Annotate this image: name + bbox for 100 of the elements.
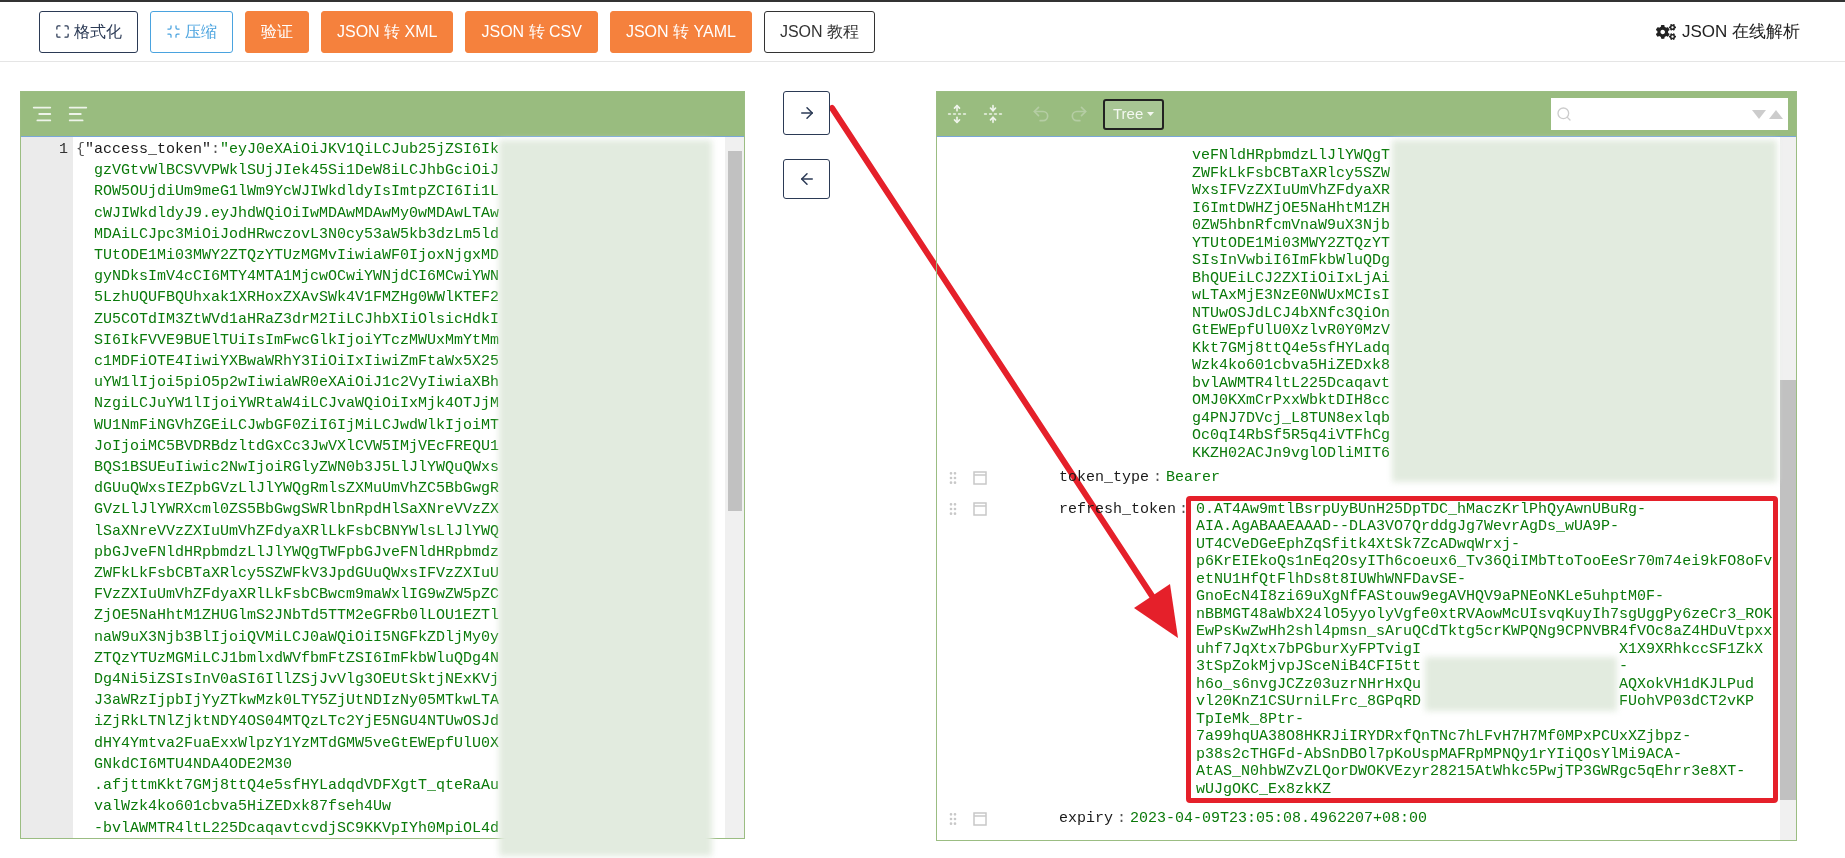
string-text: gzVGtvWlBCSVVPWklSUjJIek45Si1DeW8iLCJhbGciOiJ (93, 161, 500, 182)
value-text: GnoEcN4I8zi69uXgNfFAStouw9egAVHQV9aPNEoNKLe5uhptM0F- (1196, 588, 1665, 606)
value-text: UT4CVeDGeEphZqSfitk4XtSk7ZcADwqWrxj- (1196, 535, 1521, 553)
next-icon[interactable] (1752, 109, 1766, 119)
value-text: EwPsKwZwHh2shl4pmsn_sAruQCdTktg5crKWPQNg9CPNVBR4fVOc8aZ4HDuVtpxx (1196, 623, 1773, 641)
string-text: gyNDksImV4cCI6MTY4MTA1MjcwOCwiYWNjdCI6MCwiYWN (93, 267, 500, 288)
toolbar-button[interactable]: 验证 (245, 10, 309, 53)
colon-text: : (1178, 500, 1189, 518)
value-text: Bearer (1166, 469, 1221, 487)
search-field[interactable] (1551, 98, 1788, 130)
mode-dropdown[interactable]: Tree (1103, 98, 1165, 130)
value-text: p38s2cTHGFd-AbSnDBOl7pKoUspMAFRpMPNQy1rYIiQOsYlMi9ACA- (1196, 745, 1683, 763)
value-text: TpIeMk_8Ptr- (1196, 710, 1305, 728)
toolbar-button[interactable]: JSON 转 CSV (465, 10, 598, 53)
string-text: BQS1BSUEuIiwic2NwIjoiRGlyZWN0b3J5LlJlYWQuQWxs (93, 458, 500, 479)
value-text: etNU1HfQtFlhDs8t8IUWhWNFDavSE- (1196, 570, 1467, 588)
collapse-all-icon[interactable] (983, 104, 1003, 124)
value-text: 2023-04-09T23:05:08.4962207+08:00 (1130, 810, 1428, 828)
value-text: h6o_s6nvgJCZz03uzrNHrHxQu (1196, 675, 1422, 693)
string-text: valWzk4ko601cbva5HiZEDxk87fseh4Uw (93, 797, 392, 818)
fullscreen-icon (55, 24, 70, 39)
gears-icon (1655, 21, 1676, 42)
string-text: .afjttmKkt7GMj8ttQ4e5sfHYLadqdVDFXgtT_qteRaAu (93, 776, 500, 797)
string-text: lSaXNreVVzZXIuUmVhZFdyaXRlLkFsbCBNYWlsLlJlYWQ (93, 521, 500, 542)
expand-all-icon[interactable] (947, 104, 967, 124)
convert-left-button[interactable] (783, 159, 830, 199)
string-text: MDAiLCJpc3MiOiJodHRwczovL3N0cy53aW5kb3dzLm5ld (93, 224, 500, 245)
redo-icon[interactable] (1069, 104, 1089, 124)
string-text: ZTQzYTUzMGMiLCJ1bmlxdWVfbmFtZSI6ImFkbWluQDg4N (93, 648, 500, 669)
toolbar-button[interactable]: JSON 教程 (763, 10, 875, 53)
value-text: uhf7JqXtx7bPGburXyFPTvigI (1196, 640, 1422, 658)
value-text: FUohVP03dCT2vKP (1619, 693, 1755, 711)
string-text: -bvlAWMTR4ltL225DcaqavtcvdjSC9KKVpIYh0MpiOL4d (93, 818, 500, 838)
value-text: 3tSpZokMjvpJSceNiB4CFI5tt (1196, 658, 1422, 676)
value-text: SIsInVwbiI6ImFkbWluQDg (1192, 252, 1391, 270)
colon-text: : (1152, 469, 1164, 487)
collapse-icon[interactable] (973, 811, 987, 826)
string-text: FVzZXIuUmVhZFdyaXRlLkFsbCBwcm9maWxlIG9wZW5pZC (93, 585, 500, 606)
line-number: 1 (59, 140, 69, 160)
string-text: ZWFkLkFsbCBTaXRlcy5SZWFkV3JpdGUuQWxsIFVzZXIuU (93, 564, 500, 585)
scrollbar[interactable] (725, 137, 744, 838)
toolbar-button[interactable]: JSON 转 YAML (609, 10, 752, 53)
value-text: Wzk4ko601cbva5HiZEDxk8 (1192, 357, 1391, 375)
value-text: OMJ0KXmCrPxxWbktDIH8cc (1192, 392, 1391, 410)
value-text: I6ImtDWHZjOE5NaHhtM1ZH (1192, 199, 1391, 217)
string-text: pbGJveFNldHRpbmdzLlJlYWQgTWFpbGJveFNldHRpbmdz (93, 542, 500, 563)
value-text: wLTAxMjE3NzE0NWUxMCIsI (1192, 287, 1391, 305)
value-text: BhQUEiLCJ2ZXIiOiIxLjAi (1192, 269, 1391, 287)
value-text: YTUtODE1Mi03MWY2ZTQzYT (1192, 234, 1391, 252)
value-text: nBBMGT48aWbX24lO5yyolyVgfe0xtRVAowMcUIsvqKuyIh7sgUggPy6zeCr3_ROK (1196, 605, 1773, 623)
toolbar-button[interactable]: 格式化 (39, 10, 138, 53)
value-text: WxsIFVzZXIuUmVhZFdyaXR (1192, 182, 1391, 200)
string-text: SI6IkFVVE9BUElTUiIsImFwcGlkIjoiYTczMWUxMmYtMm (93, 330, 500, 351)
string-text: dGUuQWxsIEZpbGVzLlJlYWQgRmlsZXMuUmVhZC5BbGwgR (93, 479, 500, 500)
undo-icon[interactable] (1031, 104, 1051, 124)
string-text: cWJIWkdldyJ9.eyJhdWQiOiIwMDAwMDAwMy0wMDAwLTAw (93, 203, 500, 224)
value-text: - (1619, 658, 1629, 676)
toolbar-button[interactable]: JSON 转 XML (321, 10, 454, 53)
value-text: AtAS_N0hbWZvZLQorDWOKVEzyr28215AtWhkc5PwjTP3GWRgc5qEhrr3e8XT- (1196, 763, 1746, 781)
string-text: c1MDFiOTE4IiwiYXBwaWRhY3IiOiIxIiwiZmFtaWx5X25 (93, 352, 500, 373)
string-text: ZjOE5NaHhtM1ZHUGlmS2JNbTd5TTM2eGFRb0lLOU1EZTl (93, 606, 500, 627)
value-text: bvlAWMTR4ltL225Dcaqavt (1192, 374, 1391, 392)
compress-icon (166, 24, 181, 39)
value-text: AQXokVH1dKJLPud (1619, 675, 1755, 693)
value-text: ZWFkLkFsbCBTaXRlcy5SZW (1192, 164, 1391, 182)
value-text: X1X9XRhkccSF1ZkX (1619, 640, 1764, 658)
string-text: GVzLlJlYWRXcml0ZS5BbGwgSWRlbnRpdHlSaXNreVVzZX (93, 500, 500, 521)
toolbar-button[interactable]: 压缩 (150, 10, 233, 53)
string-text: "eyJ0eXAiOiJKV1QiLCJub25jZSI6Ik (220, 140, 500, 160)
value-text: NTUwOSJdLCJ4bXNfc3QiOn (1192, 304, 1391, 322)
value-text: Oc0qI4RbSf5R5q4iVTFhCg (1192, 427, 1391, 445)
scrollbar[interactable] (1780, 137, 1796, 840)
colon-text: : (1116, 810, 1128, 828)
string-text: Dg4Ni5iZSIsInV0aSI6IllZSjJvVlg3OEUtSktjNExKVj (93, 670, 500, 691)
value-text: 7a99hqUA38O8HKRJiIRYDRxfQnTNc7hLFvH7H7Mf0MPxPCUxXZjbpz- (1196, 728, 1692, 746)
string-text: uYW1lIjoi5piO5p2wIiwiaWR0eXAiOiJ1c2VyIiwiaXBh (93, 373, 500, 394)
collapse-icon[interactable] (973, 470, 987, 485)
caret-icon (1147, 112, 1155, 116)
site-title[interactable]: JSON 在线解析 (1681, 18, 1800, 45)
convert-right-button[interactable] (783, 91, 830, 135)
value-text: Kkt7GMj8ttQ4e5sfHYLadq (1192, 339, 1391, 357)
collapse-icon[interactable] (973, 502, 987, 517)
string-text: ROW5OUjdiUm9meG1lWm9YcWJIWkdldyIsImtpZCI6Ii1L (93, 182, 500, 203)
key-text: "access_token" (85, 140, 212, 160)
string-text: ZU5COTdIM3ZtWVd1aHRaZ3drM2IiLCJhbXIiOlsicHdkI (93, 309, 500, 330)
colon-text: : (211, 140, 221, 160)
string-text: J3aWRzIjpbIjYyZTkwMzk0LTY5ZjUtNDIzNy05MTkwLTA (93, 691, 500, 712)
brace-text: { (76, 140, 85, 160)
value-text: vl20KnZ1CSUrniLFrc_8GPqRD (1196, 693, 1422, 711)
search-icon (1556, 106, 1572, 122)
value-text: g4PNJ7DVcj_L8TUN8exlqb (1192, 409, 1391, 427)
value-text: veFNldHRpbmdzLlJlYWQgT (1192, 147, 1391, 165)
string-text: WU1NmFiNGVhZGEiLCJwbGF0ZiI6IjMiLCJwdWlkIjoiMT (93, 415, 500, 436)
previous-icon[interactable] (1769, 109, 1783, 119)
string-text: naW9uX3Njb3BlIjoiQVMiLCJ0aWQiOiI5NGFkZDljMy0y (93, 627, 500, 648)
string-text: TUtODE1Mi03MWY2ZTQzYTUzMGMvIiwiaWF0IjoxNjgxMD (93, 246, 500, 266)
value-text: 0.AT4Aw9mtlBsrpUyBUnH25DpTDC_hMaczKrlPhQyAwnUBuRg- (1196, 500, 1647, 518)
value-text: 0ZW5hbnRfcmVnaW9uX3Njb (1192, 217, 1391, 235)
value-text: p6KrEIEkoQs1nEq2OsyITh6coeux6_Tv36QiIMbTtoTooEeSr70m74ei9kFO8oFv (1196, 553, 1773, 571)
value-text: KKZH02ACJn9vglODliMIT6 (1192, 444, 1391, 462)
